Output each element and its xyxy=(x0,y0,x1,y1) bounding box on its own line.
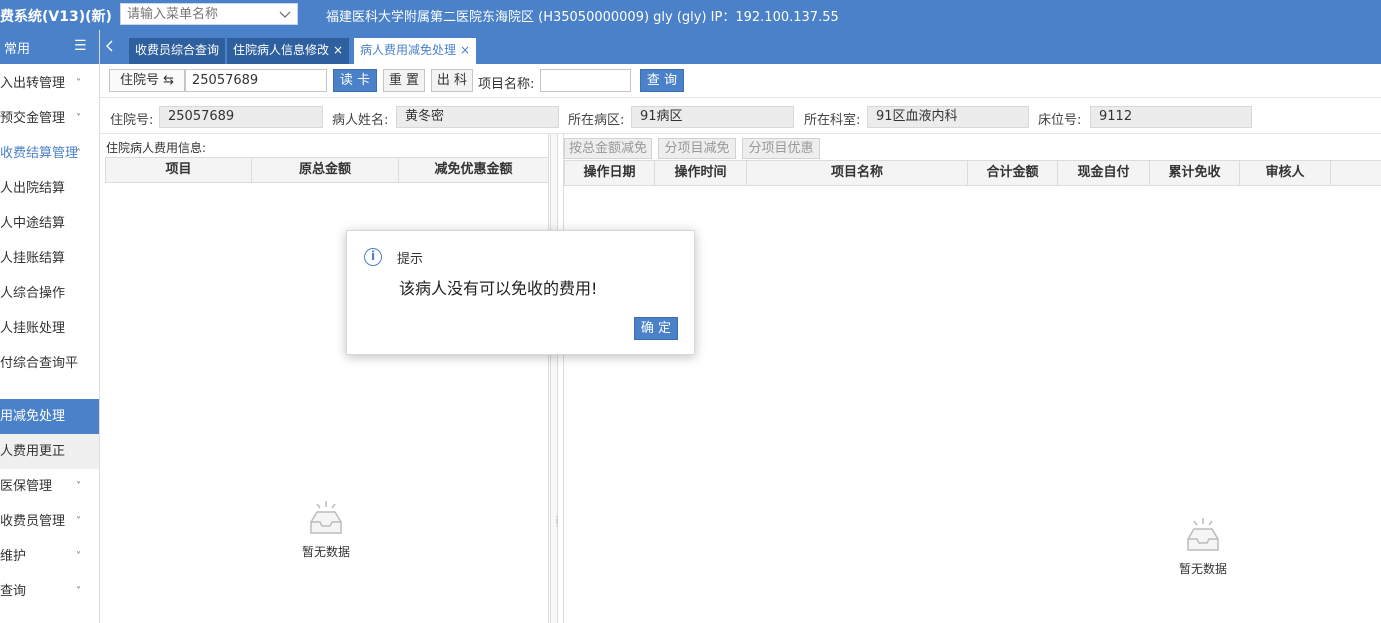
column-header[interactable]: 操作日期 xyxy=(565,161,655,185)
column-header-filler xyxy=(1331,161,1381,185)
empty-box-icon xyxy=(1187,518,1219,551)
patient-fee-title: 住院病人费用信息: xyxy=(106,141,207,155)
chevron-down-icon: ˅ xyxy=(76,78,81,89)
reset-button[interactable]: 重 置 xyxy=(383,69,425,92)
sidebar-item-query[interactable]: 查询 ˅ xyxy=(0,574,99,609)
item-name-label: 项目名称: xyxy=(478,77,535,92)
sidebar-item-insurance[interactable]: 医保管理 ˅ xyxy=(0,469,99,504)
tab-bar: 收费员综合查询 住院病人信息修改 × 病人费用减免处理 × xyxy=(100,30,1381,64)
id-type-select[interactable]: 住院号 ⇆ xyxy=(109,69,185,92)
column-header[interactable]: 累计免收 xyxy=(1150,161,1240,185)
close-icon[interactable]: × xyxy=(333,43,343,57)
admission-no-value: 25057689 xyxy=(159,106,323,128)
dialog-ok-button[interactable]: 确 定 xyxy=(634,317,678,340)
column-header[interactable]: 操作时间 xyxy=(655,161,747,185)
dept-label: 所在科室: xyxy=(804,113,861,128)
admission-no-label: 住院号: xyxy=(110,113,154,128)
app-title: 费系统(V13)(新) xyxy=(0,9,112,25)
chevron-down-icon: ˅ xyxy=(76,586,81,597)
sidebar-item-comprehensive-ops[interactable]: 人综合操作 xyxy=(0,276,99,311)
discount-by-item-button[interactable]: 分项目优惠 xyxy=(742,138,820,159)
tab-patient-info-edit[interactable]: 住院病人信息修改 × xyxy=(227,38,350,64)
empty-box-icon xyxy=(310,501,342,534)
dialog-message: 该病人没有可以免收的费用! xyxy=(399,279,598,298)
empty-state-text: 暂无数据 xyxy=(301,545,350,559)
bed-value: 9112 xyxy=(1090,106,1252,128)
column-header[interactable]: 减免优惠金额 xyxy=(399,158,548,182)
top-bar: 费系统(V13)(新) 福建医科大学附属第二医院东海院区 (H350500000… xyxy=(0,0,1381,30)
sidebar-item-discharge-settlement[interactable]: 人出院结算 xyxy=(0,171,99,206)
patient-name-value: 黄冬密 xyxy=(396,106,559,128)
empty-state: 暂无数据 xyxy=(291,498,361,560)
sidebar-item-maintenance[interactable]: 维护 ˅ xyxy=(0,539,99,574)
patient-info-row: 住院号: 25057689 病人姓名: 黄冬密 所在病区: 91病区 所在科室:… xyxy=(100,98,1381,134)
close-icon[interactable]: × xyxy=(460,43,470,57)
bed-label: 床位号: xyxy=(1038,113,1082,128)
item-name-input[interactable] xyxy=(540,69,631,92)
waive-by-total-button[interactable]: 按总金额减免 xyxy=(564,138,652,159)
menu-search-input[interactable] xyxy=(121,4,271,24)
tab-cashier-query[interactable]: 收费员综合查询 xyxy=(129,38,226,64)
ward-value: 91病区 xyxy=(631,106,794,128)
read-card-button[interactable]: 读 卡 xyxy=(333,69,377,92)
waiver-grid-header: 操作日期 操作时间 项目名称 合计金额 现金自付 累计免收 审核人 xyxy=(564,160,1381,186)
chevron-down-icon: ˅ xyxy=(76,516,81,527)
sidebar-item-fee-waiver[interactable]: 用减免处理 xyxy=(0,399,99,434)
query-button[interactable]: 查 询 xyxy=(640,69,684,92)
dept-value: 91区血液内科 xyxy=(867,106,1029,128)
tab-fee-waiver[interactable]: 病人费用减免处理 × xyxy=(354,38,477,64)
info-icon: i xyxy=(364,248,382,266)
chevron-left-icon[interactable] xyxy=(105,39,115,57)
column-header[interactable]: 项目 xyxy=(106,158,252,182)
hospital-info: 福建医科大学附属第二医院东海院区 (H35050000009) gly (gly… xyxy=(326,10,839,25)
panel-splitter[interactable]: ⋮ ⋮ xyxy=(550,134,561,623)
column-header[interactable]: 原总金额 xyxy=(252,158,399,182)
ward-label: 所在病区: xyxy=(568,113,625,128)
menu-toggle-icon[interactable]: ☰ xyxy=(74,38,87,54)
sidebar-item-credit-handling[interactable]: 人挂账处理 xyxy=(0,311,99,346)
splitter-grip-icon[interactable]: ⋮ ⋮ xyxy=(553,516,561,528)
alert-dialog: i 提示 该病人没有可以免收的费用! 确 定 xyxy=(346,230,695,355)
sidebar-item-admission-transfer[interactable]: 入出转管理 ˅ xyxy=(0,66,99,101)
sidebar-header-label: 常用 xyxy=(4,42,31,57)
empty-state: 暂无数据 xyxy=(1168,515,1238,577)
patient-fee-panel: 住院病人费用信息: 项目 原总金额 减免优惠金额 暂无数据 xyxy=(105,134,549,623)
waive-by-item-button[interactable]: 分项目减免 xyxy=(658,138,736,159)
column-header[interactable]: 审核人 xyxy=(1240,161,1331,185)
column-header[interactable]: 合计金额 xyxy=(968,161,1058,185)
dialog-title: 提示 xyxy=(397,252,424,267)
menu-search-box[interactable] xyxy=(120,3,298,25)
sidebar-item-interim-settlement[interactable]: 人中途结算 xyxy=(0,206,99,241)
waiver-record-panel: 按总金额减免 分项目减免 分项目优惠 操作日期 操作时间 项目名称 合计金额 现… xyxy=(563,134,1381,623)
chevron-down-icon: ˅ xyxy=(76,551,81,562)
fee-grid-header: 项目 原总金额 减免优惠金额 xyxy=(105,157,549,183)
sidebar-item-payment-query[interactable]: 付综合查询平 xyxy=(0,346,99,381)
chevron-down-icon: ˅ xyxy=(76,113,81,124)
column-header[interactable]: 项目名称 xyxy=(747,161,968,185)
column-header[interactable]: 现金自付 xyxy=(1058,161,1150,185)
patient-name-label: 病人姓名: xyxy=(332,113,389,128)
chevron-down-icon: ˅ xyxy=(76,481,81,492)
discharge-dept-button[interactable]: 出 科 xyxy=(431,69,473,92)
sidebar-item-fee-correction[interactable]: 人费用更正 xyxy=(0,434,99,469)
chevron-up-icon: ˄ xyxy=(76,148,81,159)
admission-number-input[interactable]: 25057689 xyxy=(185,69,327,92)
empty-state-text: 暂无数据 xyxy=(1178,562,1227,576)
sidebar-item-billing[interactable]: 收费结算管理 ˄ xyxy=(0,136,99,171)
sidebar-item-deposit[interactable]: 预交金管理 ˅ xyxy=(0,101,99,136)
sidebar: 常用 ☰ 入出转管理 ˅ 预交金管理 ˅ 收费结算管理 ˄ 人出院结算 人中途结算 人… xyxy=(0,30,100,623)
search-toolbar: 住院号 ⇆ 25057689 读 卡 重 置 出 科 项目名称: 查 询 xyxy=(100,64,1381,98)
sidebar-item-cashier[interactable]: 收费员管理 ˅ xyxy=(0,504,99,539)
chevron-down-icon[interactable] xyxy=(279,5,291,28)
sidebar-item-credit-settlement[interactable]: 人挂账结算 xyxy=(0,241,99,276)
sidebar-header: 常用 ☰ xyxy=(0,30,99,64)
